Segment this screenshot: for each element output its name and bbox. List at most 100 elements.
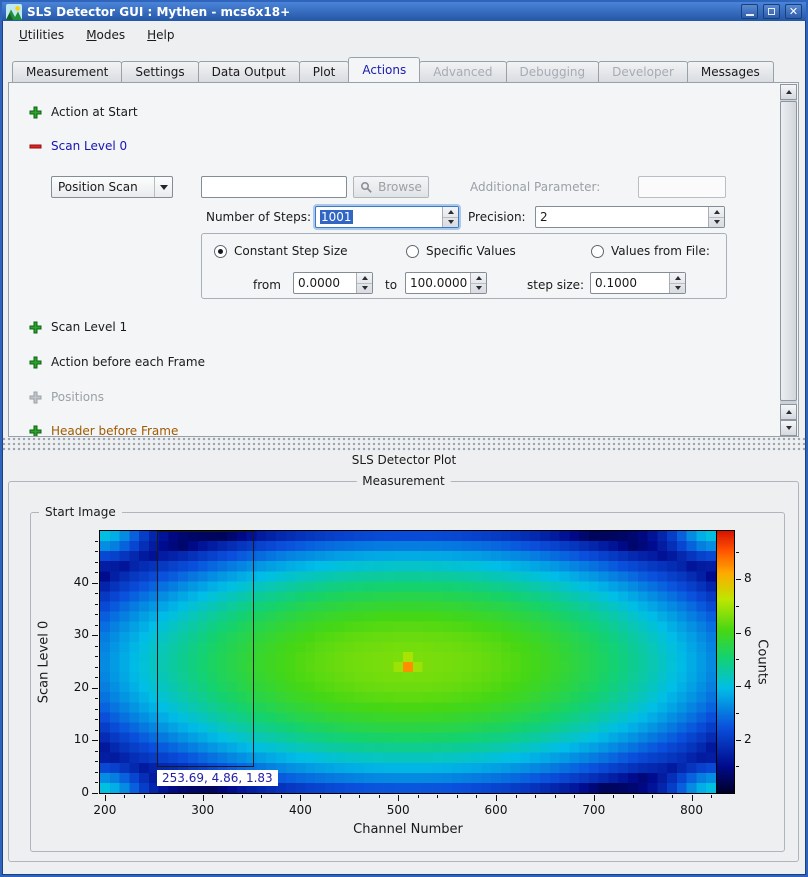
x-axis-title: Channel Number (100, 822, 716, 837)
scroll-up-button-2[interactable] (780, 404, 797, 420)
scroll-up-button[interactable] (780, 84, 797, 100)
action-at-start-row[interactable]: Action at Start (29, 104, 138, 120)
splitter-handle[interactable] (2, 437, 806, 452)
y-axis-title: Scan Level 0 (37, 621, 52, 703)
tab-developer: Developer (598, 61, 688, 82)
y-minor-tick (95, 541, 98, 542)
x-minor-tick (437, 795, 438, 798)
y-minor-tick (95, 782, 98, 783)
number-of-steps-label: Number of Steps: (129, 210, 311, 226)
action-before-frame-label: Action before each Frame (51, 355, 205, 369)
x-minor-tick (476, 795, 477, 798)
to-value[interactable]: 100.0000 (406, 273, 470, 293)
y-tick-label: 20 (56, 680, 89, 694)
y-major-tick (92, 635, 98, 636)
y-minor-tick (95, 604, 98, 605)
step-size-spin-buttons[interactable] (669, 273, 685, 293)
colorbar-title: Counts (755, 639, 770, 684)
x-minor-tick (516, 795, 517, 798)
dropdown-arrow-icon (154, 177, 172, 197)
y-major-tick (92, 740, 98, 741)
expand-plus-icon[interactable] (29, 106, 42, 119)
x-minor-tick (613, 795, 614, 798)
precision-spinbox[interactable]: 2 (535, 206, 725, 228)
x-tick-label: 800 (672, 803, 712, 817)
start-image-group-title: Start Image (39, 505, 122, 519)
number-of-steps-value[interactable]: 1001 (320, 210, 353, 224)
from-spinbox[interactable]: 0.0000 (293, 272, 373, 294)
scrollbar-thumb[interactable] (780, 101, 797, 401)
browse-label: Browse (378, 180, 422, 194)
scan-level-1-row[interactable]: Scan Level 1 (29, 319, 127, 335)
scan-level-0-row[interactable]: Scan Level 0 (29, 138, 127, 154)
constant-step-size-radio[interactable]: Constant Step Size (214, 243, 348, 259)
radio-icon[interactable] (591, 245, 604, 258)
y-minor-tick (95, 772, 98, 773)
x-major-tick (203, 795, 204, 801)
x-minor-tick (124, 795, 125, 798)
vertical-scrollbar[interactable] (780, 84, 797, 436)
menu-modes[interactable]: Modes (77, 24, 134, 46)
additional-parameter-label: Additional Parameter: (470, 180, 600, 194)
precision-spin-buttons[interactable] (708, 207, 724, 227)
action-before-frame-row[interactable]: Action before each Frame (29, 354, 205, 370)
step-size-value[interactable]: 0.1000 (591, 273, 669, 293)
step-size-spinbox[interactable]: 0.1000 (590, 272, 686, 294)
x-major-tick (398, 795, 399, 801)
expand-plus-icon[interactable] (29, 356, 42, 369)
header-before-frame-row[interactable]: Header before Frame (29, 423, 178, 437)
tab-settings[interactable]: Settings (121, 61, 198, 82)
scroll-down-button[interactable] (780, 420, 797, 436)
from-value[interactable]: 0.0000 (294, 273, 356, 293)
values-from-file-radio[interactable]: Values from File: (591, 243, 710, 259)
tab-plot[interactable]: Plot (299, 61, 350, 82)
title-bar[interactable]: SLS Detector GUI : Mythen - mcs6x18+ ✕ (2, 2, 806, 21)
tab-actions[interactable]: Actions (348, 57, 420, 82)
menu-utilities[interactable]: Utilities (10, 24, 73, 46)
scan-mode-dropdown[interactable]: Position Scan (51, 176, 173, 198)
y-minor-tick (95, 667, 98, 668)
x-tick-label: 200 (85, 803, 125, 817)
y-minor-tick (95, 551, 98, 552)
x-tick-label: 500 (378, 803, 418, 817)
precision-value[interactable]: 2 (536, 207, 708, 227)
x-major-tick (300, 795, 301, 801)
app-icon (6, 4, 22, 20)
tab-data-output[interactable]: Data Output (198, 61, 300, 82)
number-of-steps-spinbox[interactable]: 1001 (315, 206, 459, 228)
minimize-button[interactable] (741, 4, 758, 19)
y-major-tick (92, 793, 98, 794)
colorbar-minor-tick (736, 659, 739, 660)
from-label: from (253, 278, 281, 294)
additional-parameter-input (638, 176, 726, 198)
expand-plus-icon[interactable] (29, 321, 42, 334)
x-minor-tick (633, 795, 634, 798)
collapse-minus-icon[interactable] (29, 140, 42, 153)
step-size-label: step size: (527, 278, 584, 294)
y-minor-tick (95, 719, 98, 720)
colorbar-minor-tick (736, 766, 739, 767)
scan-script-input[interactable] (201, 176, 347, 198)
specific-values-radio[interactable]: Specific Values (406, 243, 516, 259)
from-spin-buttons[interactable] (356, 273, 372, 293)
minimize-icon (746, 7, 754, 16)
tab-advanced: Advanced (419, 61, 506, 82)
tab-messages[interactable]: Messages (687, 61, 774, 82)
number-of-steps-spin-buttons[interactable] (442, 207, 458, 227)
y-minor-tick (95, 646, 98, 647)
action-at-start-label: Action at Start (51, 105, 138, 119)
positions-label: Positions (51, 390, 104, 404)
to-spin-buttons[interactable] (470, 273, 486, 293)
radio-icon[interactable] (406, 245, 419, 258)
x-major-tick (692, 795, 693, 801)
maximize-button[interactable] (763, 4, 780, 19)
tab-measurement[interactable]: Measurement (12, 61, 122, 82)
y-minor-tick (95, 656, 98, 657)
to-spinbox[interactable]: 100.0000 (405, 272, 487, 294)
expand-plus-icon[interactable] (29, 425, 42, 438)
close-button[interactable]: ✕ (785, 4, 802, 19)
radio-selected-icon[interactable] (214, 245, 227, 258)
y-minor-tick (95, 709, 98, 710)
x-minor-tick (222, 795, 223, 798)
menu-help[interactable]: Help (138, 24, 183, 46)
